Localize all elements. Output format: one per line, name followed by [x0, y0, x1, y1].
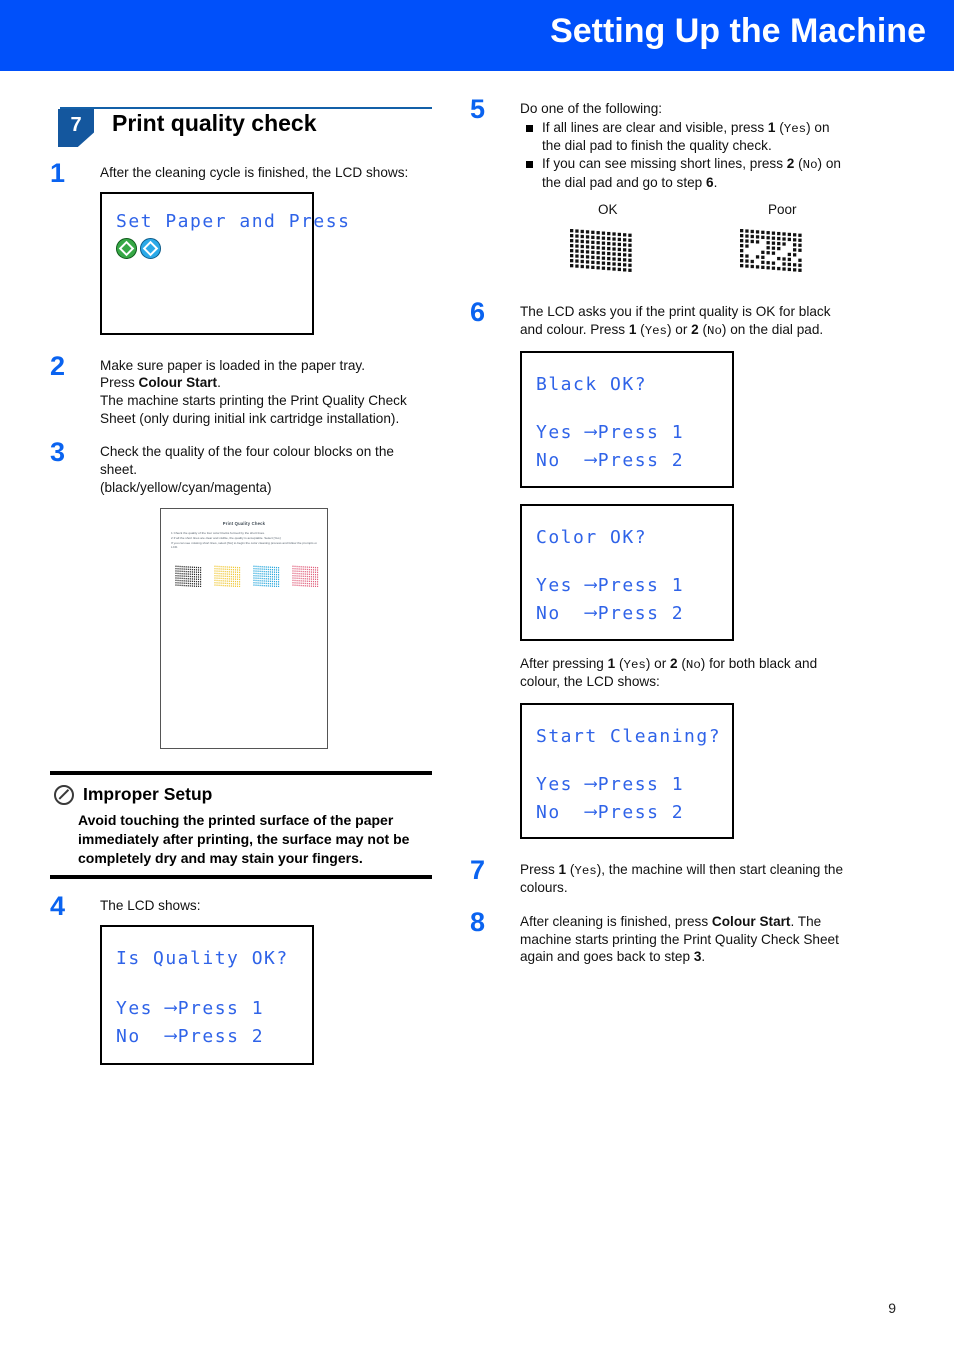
arrow-right-icon: ⟶	[585, 800, 598, 822]
arrow-right-icon: ⟶	[165, 1024, 178, 1046]
step-2-number: 2	[50, 350, 66, 381]
lcd-black-ok-line3: No ⟶Press 2	[536, 447, 732, 475]
lcd-black-ok-line2: Yes ⟶Press 1	[536, 419, 732, 447]
sample-ok-label: OK	[598, 202, 618, 218]
step-7-text: Press 1 (Yes), the machine will then sta…	[520, 862, 844, 896]
lcd-color-ok-line1: Color OK?	[536, 527, 648, 549]
step-5: 5 Do one of the following: If all lines …	[470, 94, 852, 281]
step-2-line1c: .	[217, 375, 221, 391]
improper-setup-note: Improper Setup Avoid touching the printe…	[50, 771, 432, 880]
step-2-line1a: Make sure paper is loaded in the paper t…	[100, 357, 365, 373]
sheet-colour-block-black	[175, 565, 202, 588]
step-3-line1: Check the quality of the four colour blo…	[100, 444, 394, 478]
lcd-color-ok-line3: No ⟶Press 2	[536, 600, 732, 628]
step-5-intro: Do one of the following:	[520, 101, 663, 116]
note-title: Improper Setup	[83, 784, 213, 805]
step-5-bullet-1: If all lines are clear and visible, pres…	[524, 119, 852, 155]
arrow-right-icon: ⟶	[585, 449, 598, 471]
lcd-is-quality-ok-line2: Yes ⟶Press 1	[116, 995, 312, 1023]
step-3-line2: (black/yellow/cyan/magenta)	[100, 479, 272, 495]
section-rule	[60, 107, 432, 109]
step-4-number: 4	[50, 891, 66, 922]
step-1-text: After the cleaning cycle is finished, th…	[100, 165, 409, 180]
lcd-start-cleaning-line3: No ⟶Press 2	[536, 799, 732, 827]
left-column: 7 Print quality check 1 After the cleani…	[50, 100, 432, 1069]
step-2-line1b: Press	[100, 375, 139, 391]
page-header-banner: Setting Up the Machine	[0, 0, 954, 71]
lcd-is-quality-ok: Is Quality OK? Yes ⟶Press 1 No ⟶Press 2	[100, 924, 314, 1065]
lcd-color-ok: Color OK? Yes ⟶Press 1 No ⟶Press 2	[520, 504, 734, 642]
step-8-number: 8	[470, 906, 486, 937]
section-number-badge: 7	[58, 109, 94, 147]
step-1-number: 1	[50, 158, 66, 188]
sheet-instruction-line: If you can see missing short lines, sele…	[171, 540, 317, 545]
prohibition-icon	[54, 784, 74, 805]
sheet-instruction-line: LCD.	[171, 545, 179, 550]
colour-start-icon	[140, 237, 161, 259]
lcd-black-ok: Black OK? Yes ⟶Press 1 No ⟶Press 2	[520, 351, 734, 489]
sample-ok-icon	[568, 227, 738, 282]
step-3-number: 3	[50, 437, 66, 468]
step-6: 6 The LCD asks you if the print quality …	[470, 297, 852, 840]
arrow-right-icon: ⟶	[165, 996, 178, 1018]
step-3: 3 Check the quality of the four colour b…	[50, 437, 432, 496]
lcd-start-cleaning-line1: Start Cleaning?	[536, 726, 722, 748]
step-7: 7 Press 1 (Yes), the machine will then s…	[470, 855, 852, 897]
sample-poor-cell: Poor	[738, 201, 908, 281]
step-2: 2 Make sure paper is loaded in the paper…	[50, 351, 432, 428]
step-1: 1 After the cleaning cycle is finished, …	[50, 158, 432, 335]
section-title: Print quality check	[112, 110, 317, 136]
step-8-text: After cleaning is finished, press Colour…	[520, 913, 839, 965]
section-header: 7 Print quality check	[50, 100, 432, 150]
step-5-bullet-2: If you can see missing short lines, pres…	[524, 155, 852, 191]
arrow-right-icon: ⟶	[585, 772, 598, 794]
lcd-set-paper: Set Paper and Press	[100, 191, 351, 335]
sample-poor-icon	[738, 227, 908, 282]
step-8: 8 After cleaning is finished, press Colo…	[470, 907, 852, 966]
lcd-start-cleaning-line2: Yes ⟶Press 1	[536, 771, 732, 799]
sample-ok-cell: OK	[568, 201, 738, 281]
sheet-colour-block-magenta	[292, 565, 319, 588]
sheet-colour-block-cyan	[253, 565, 280, 588]
step-6-number: 6	[470, 297, 486, 328]
arrow-right-icon: ⟶	[585, 421, 598, 443]
lcd-set-paper-line1: Set Paper and Press	[116, 210, 351, 232]
print-quality-check-sheet: Print Quality Check 1 Check the quality …	[160, 508, 328, 750]
lcd-black-ok-line1: Black OK?	[536, 374, 648, 396]
step-5-number: 5	[470, 94, 486, 124]
sample-poor-label: Poor	[768, 202, 797, 218]
sheet-title: Print Quality Check	[222, 521, 266, 527]
lcd-start-cleaning: Start Cleaning? Yes ⟶Press 1 No ⟶Press 2	[520, 703, 734, 840]
step-4: 4 The LCD shows: Is Quality OK? Yes ⟶Pre…	[50, 891, 432, 1065]
step-6-text: The LCD asks you if the print quality is…	[520, 304, 831, 339]
sheet-instructions: 1 Check the quality of the four color bl…	[171, 531, 317, 550]
page-title: Setting Up the Machine	[550, 12, 926, 50]
lcd-start-buttons	[116, 237, 312, 259]
sheet-colour-blocks	[175, 565, 319, 588]
page-number: 9	[888, 1300, 896, 1316]
mono-start-icon	[116, 237, 137, 259]
lcd-is-quality-ok-line1: Is Quality OK?	[116, 947, 289, 969]
lcd-color-ok-line2: Yes ⟶Press 1	[536, 572, 732, 600]
step-6-after-text: After pressing 1 (Yes) or 2 (No) for bot…	[520, 656, 818, 690]
step-4-text: The LCD shows:	[100, 898, 201, 914]
step-2-bold-colour-start: Colour Start	[138, 375, 218, 391]
note-text: Avoid touching the printed surface of th…	[78, 812, 410, 866]
step-2-line2: The machine starts printing the Print Qu…	[100, 393, 407, 426]
arrow-right-icon: ⟶	[585, 602, 598, 624]
lcd-is-quality-ok-line3: No ⟶Press 2	[116, 1023, 312, 1051]
quality-samples: OK Poor	[568, 201, 908, 281]
print-quality-check-sheet-wrapper: Print Quality Check 1 Check the quality …	[160, 508, 432, 750]
note-rule-top	[50, 771, 432, 776]
step-5-bullet-list: If all lines are clear and visible, pres…	[520, 119, 852, 192]
arrow-right-icon: ⟶	[585, 574, 598, 596]
step-7-number: 7	[470, 855, 486, 886]
sheet-colour-block-yellow	[214, 565, 241, 588]
right-column: 5 Do one of the following: If all lines …	[470, 94, 852, 970]
